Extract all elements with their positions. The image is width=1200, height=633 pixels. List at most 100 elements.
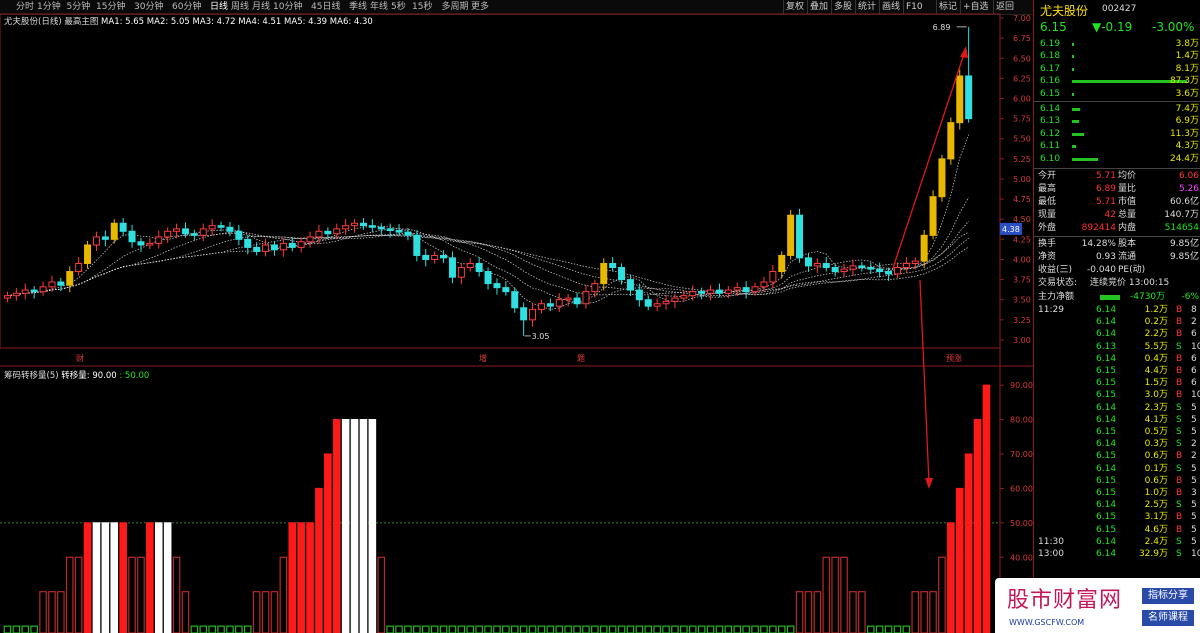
tick-price: 6.14 bbox=[1096, 463, 1117, 474]
transfer-bar bbox=[137, 556, 145, 633]
annotation-arrow-down bbox=[919, 279, 930, 484]
transfer-bar bbox=[902, 625, 911, 633]
candle bbox=[404, 228, 412, 241]
candle bbox=[956, 69, 964, 130]
candle bbox=[849, 259, 857, 277]
stat-row-2-value2: 60.6亿 bbox=[1169, 197, 1199, 207]
bid-row: 6.13 6.9万 bbox=[1034, 115, 1200, 128]
transfer-bar bbox=[582, 625, 590, 633]
tick-count: 6 bbox=[1191, 329, 1197, 340]
candle bbox=[235, 224, 243, 246]
transfer-bar bbox=[172, 556, 181, 633]
transfer-bar bbox=[163, 522, 172, 633]
ask-volume: 8.1万 bbox=[1175, 63, 1199, 74]
tick-row: 6.15 0.5万 S 5 bbox=[1034, 426, 1200, 439]
tick-side: S bbox=[1176, 414, 1182, 425]
transfer-bar bbox=[315, 487, 323, 633]
tick-price: 6.15 bbox=[1096, 524, 1117, 535]
tick-price: 6.14 bbox=[1096, 329, 1117, 340]
annotation-arrow-up bbox=[892, 47, 967, 269]
transfer-bar bbox=[555, 625, 564, 633]
tick-side: B bbox=[1176, 390, 1183, 401]
tick-side: B bbox=[1176, 512, 1183, 523]
transfer-bar bbox=[591, 625, 599, 633]
tick-row: 13:00 6.14 32.9万 S 10 bbox=[1034, 548, 1200, 561]
tick-volume: 0.6万 bbox=[1144, 475, 1168, 486]
main-flow-pct: -6% bbox=[1181, 292, 1199, 302]
candle bbox=[101, 230, 109, 247]
tick-volume: 0.2万 bbox=[1144, 317, 1168, 328]
ask-row: 6.16 87.3万 bbox=[1034, 75, 1200, 88]
candle bbox=[689, 285, 697, 301]
tick-volume: 2.4万 bbox=[1144, 536, 1168, 547]
upper-legend: 尤夫股份(日线) 最高主图 MA1: 5.65 MA2: 5.05 MA3: 4… bbox=[4, 16, 373, 27]
trade-status-value: 连续竞价 13:00:15 bbox=[1090, 278, 1170, 288]
tick-count: 5 bbox=[1191, 463, 1197, 474]
tick-row: 6.15 1.0万 B 3 bbox=[1034, 487, 1200, 500]
transfer-bar bbox=[297, 522, 305, 633]
candle bbox=[537, 299, 545, 314]
bid-volume-bar bbox=[1072, 157, 1098, 161]
tick-count: 6 bbox=[1191, 378, 1197, 389]
lower-ytick-label: 70.00 bbox=[1010, 450, 1033, 459]
transfer-bar bbox=[724, 625, 733, 633]
candle bbox=[902, 257, 910, 273]
candle bbox=[751, 282, 759, 296]
tick-volume: 4.6万 bbox=[1144, 524, 1168, 535]
candle bbox=[146, 238, 154, 250]
lower-legend-ref: : 50.00 bbox=[119, 371, 149, 381]
tick-count: 5 bbox=[1191, 524, 1197, 535]
event-label-0: 财 bbox=[76, 353, 84, 363]
tick-side: B bbox=[1176, 475, 1183, 486]
tick-count: 8 bbox=[1191, 305, 1197, 315]
tick-row: 6.15 4.6万 B 5 bbox=[1034, 524, 1200, 537]
watermark-url: WWW.GSCFW.COM bbox=[1009, 618, 1085, 627]
transfer-bar bbox=[617, 625, 626, 633]
candle bbox=[21, 283, 29, 300]
ask-volume: 87.3万 bbox=[1169, 76, 1199, 87]
candle bbox=[893, 262, 901, 278]
tick-price: 6.15 bbox=[1096, 390, 1117, 401]
tick-price: 6.14 bbox=[1096, 353, 1117, 364]
candle bbox=[938, 154, 946, 202]
ask-volume-bar bbox=[1072, 67, 1074, 71]
tick-side: B bbox=[1176, 366, 1183, 376]
candle bbox=[137, 237, 145, 252]
ask-volume: 3.6万 bbox=[1175, 88, 1199, 99]
candle bbox=[208, 219, 216, 236]
transfer-bar bbox=[644, 625, 653, 633]
transfer-bar bbox=[181, 591, 190, 633]
transfer-bar bbox=[599, 625, 608, 633]
candle bbox=[324, 227, 332, 238]
stat2-row-2: 收益(三) -0.040 PE(动) bbox=[1034, 264, 1200, 277]
stat-row-1: 最高 6.89 量比 5.26 bbox=[1034, 183, 1200, 196]
ask-row: 6.18 1.4万 bbox=[1034, 50, 1200, 63]
transfer-bar bbox=[884, 625, 893, 633]
candle bbox=[431, 251, 439, 264]
candle bbox=[262, 238, 270, 257]
trade-status-row: 交易状态: 连续竞价 13:00:15 bbox=[1034, 277, 1200, 290]
tick-row: 6.15 3.1万 B 5 bbox=[1034, 511, 1200, 524]
tick-row: 6.15 0.6万 B 2 bbox=[1034, 450, 1200, 463]
stock-code: 002427 bbox=[1102, 4, 1137, 14]
transfer-bar bbox=[439, 625, 448, 633]
tick-count: 6 bbox=[1191, 366, 1197, 376]
transfer-bar bbox=[564, 625, 572, 633]
tick-row: 6.15 3.0万 B 10 bbox=[1034, 389, 1200, 402]
tick-volume: 1.5万 bbox=[1144, 378, 1168, 389]
tick-row: 6.14 0.2万 B 2 bbox=[1034, 316, 1200, 329]
candle bbox=[164, 227, 172, 243]
transfer-bar bbox=[964, 453, 973, 633]
candle bbox=[742, 281, 750, 299]
tick-row: 6.14 4.1万 S 5 bbox=[1034, 414, 1200, 427]
transfer-bar bbox=[350, 419, 359, 633]
tick-side: B bbox=[1176, 305, 1183, 315]
candle bbox=[707, 284, 715, 301]
transfer-bar bbox=[332, 419, 341, 633]
transfer-bar bbox=[502, 625, 510, 633]
stats-divider bbox=[1034, 168, 1200, 169]
upper-ytick-label: 3.25 bbox=[1013, 316, 1031, 325]
tick-price: 6.15 bbox=[1096, 488, 1117, 498]
kline-chart: 3.00 3.25 3.50 3.75 4.00 4.25 4.50 4.75 5.00 5.25… bbox=[0, 13, 1033, 633]
transfer-bar bbox=[39, 591, 47, 633]
